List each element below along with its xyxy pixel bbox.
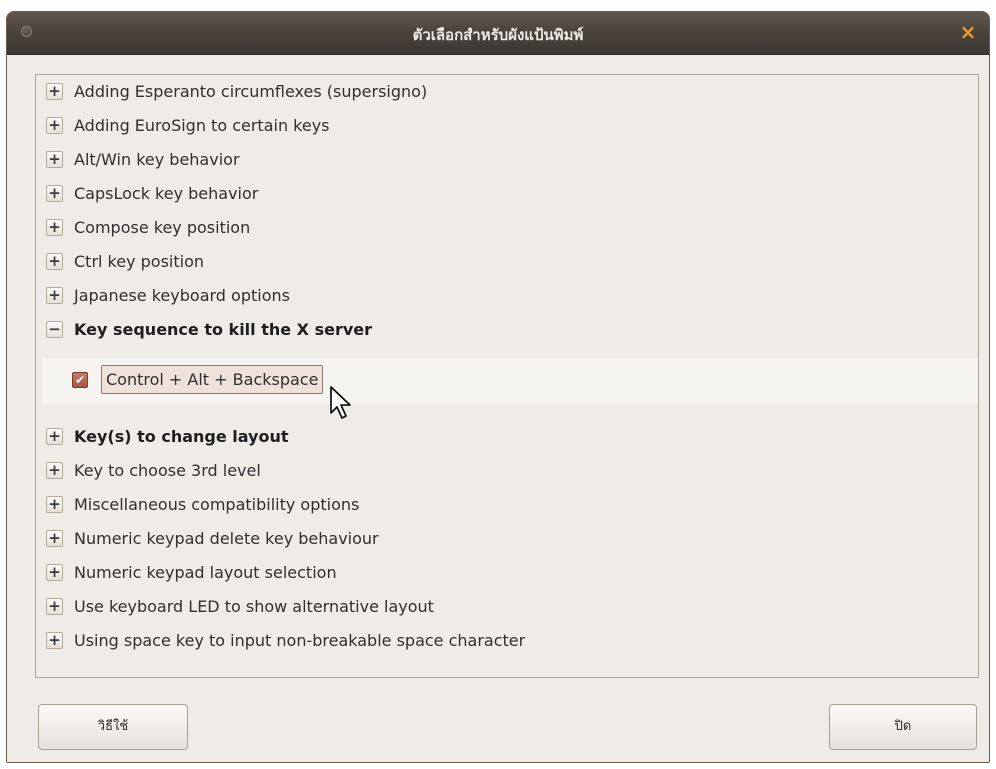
tree-row-label[interactable]: Key sequence to kill the X server xyxy=(74,320,372,339)
tree-row-label[interactable]: Miscellaneous compatibility options xyxy=(74,495,359,514)
expand-icon[interactable]: + xyxy=(46,496,63,513)
arrow-pointer-icon xyxy=(330,386,351,419)
tree-row-label[interactable]: Using space key to input non-breakable s… xyxy=(74,631,525,650)
expand-icon[interactable]: + xyxy=(46,598,63,615)
tree-row-label[interactable]: Numeric keypad layout selection xyxy=(74,563,337,582)
close-icon[interactable]: × xyxy=(957,20,979,44)
expand-icon[interactable]: + xyxy=(46,530,63,547)
tree-row-label[interactable]: Key(s) to change layout xyxy=(74,427,289,446)
tree-row-kill-x-server[interactable]: − Key sequence to kill the X server xyxy=(36,313,978,347)
tree-row-label[interactable]: Compose key position xyxy=(74,218,250,237)
options-tree[interactable]: + Adding Esperanto circumflexes (supersi… xyxy=(35,74,979,678)
expand-icon[interactable]: + xyxy=(46,117,63,134)
expand-icon[interactable]: + xyxy=(46,151,63,168)
collapse-icon[interactable]: − xyxy=(46,321,63,338)
tree-row-3rd-level[interactable]: + Key to choose 3rd level xyxy=(36,454,978,488)
expand-icon[interactable]: + xyxy=(46,287,63,304)
expand-icon[interactable]: + xyxy=(46,428,63,445)
tree-row-label[interactable]: Key to choose 3rd level xyxy=(74,461,261,480)
option-label[interactable]: Control + Alt + Backspace xyxy=(101,365,324,394)
tree-row-compose[interactable]: + Compose key position xyxy=(36,211,978,245)
tree-row-label[interactable]: Ctrl key position xyxy=(74,252,204,271)
tree-row-misc-compat[interactable]: + Miscellaneous compatibility options xyxy=(36,488,978,522)
tree-row-japanese[interactable]: + Japanese keyboard options xyxy=(36,279,978,313)
tree-row-label[interactable]: Adding Esperanto circumflexes (supersign… xyxy=(74,82,427,101)
expand-icon[interactable]: + xyxy=(46,462,63,479)
keyboard-layout-options-dialog: ตัวเลือกสำหรับผังแป้นพิมพ์ × + Adding Es… xyxy=(6,11,990,763)
title-bar[interactable]: ตัวเลือกสำหรับผังแป้นพิมพ์ × xyxy=(7,12,989,55)
expand-icon[interactable]: + xyxy=(46,83,63,100)
tree-row-change-layout[interactable]: + Key(s) to change layout xyxy=(36,420,978,454)
close-button[interactable]: ปิด xyxy=(829,704,977,750)
expand-icon[interactable]: + xyxy=(46,253,63,270)
tree-row-label[interactable]: Alt/Win key behavior xyxy=(74,150,240,169)
help-button[interactable]: วิธีใช้ xyxy=(38,704,188,750)
tree-row-keypad-delete[interactable]: + Numeric keypad delete key behaviour xyxy=(36,522,978,556)
tree-row-space-key[interactable]: + Using space key to input non-breakable… xyxy=(36,624,978,658)
tree-row-esperanto[interactable]: + Adding Esperanto circumflexes (supersi… xyxy=(36,75,978,109)
tree-row-label[interactable]: Adding EuroSign to certain keys xyxy=(74,116,330,135)
option-checkbox[interactable]: ✔ xyxy=(72,372,88,388)
tree-row-capslock[interactable]: + CapsLock key behavior xyxy=(36,177,978,211)
expand-icon[interactable]: + xyxy=(46,185,63,202)
tree-row-altwin[interactable]: + Alt/Win key behavior xyxy=(36,143,978,177)
window-title: ตัวเลือกสำหรับผังแป้นพิมพ์ xyxy=(412,26,584,44)
tree-row-eurosign[interactable]: + Adding EuroSign to certain keys xyxy=(36,109,978,143)
option-row-ctrl-alt-backspace[interactable]: ✔ Control + Alt + Backspace xyxy=(42,358,978,404)
tree-row-keypad-layout[interactable]: + Numeric keypad layout selection xyxy=(36,556,978,590)
tree-row-keyboard-led[interactable]: + Use keyboard LED to show alternative l… xyxy=(36,590,978,624)
expand-icon[interactable]: + xyxy=(46,564,63,581)
tree-row-label[interactable]: Numeric keypad delete key behaviour xyxy=(74,529,379,548)
expand-icon[interactable]: + xyxy=(46,219,63,236)
tree-row-label[interactable]: Use keyboard LED to show alternative lay… xyxy=(74,597,434,616)
tree-row-label[interactable]: CapsLock key behavior xyxy=(74,184,258,203)
tree-row-label[interactable]: Japanese keyboard options xyxy=(74,286,290,305)
tree-row-ctrl[interactable]: + Ctrl key position xyxy=(36,245,978,279)
expand-icon[interactable]: + xyxy=(46,632,63,649)
